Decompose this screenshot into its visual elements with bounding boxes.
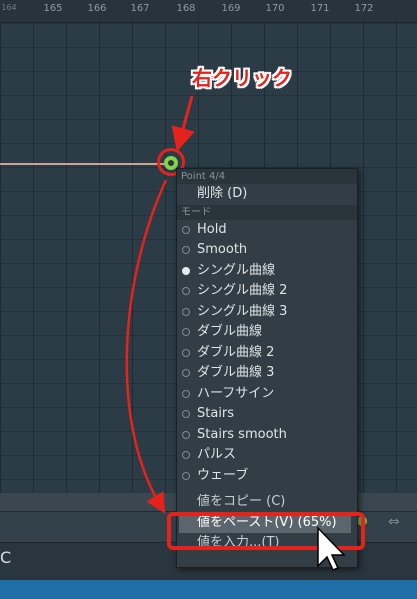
annotation-arrow-to-menu [125, 179, 168, 514]
annotation-arrows [125, 95, 346, 571]
annotation-arrow-to-point [171, 95, 195, 152]
cursor-icon [317, 526, 346, 571]
